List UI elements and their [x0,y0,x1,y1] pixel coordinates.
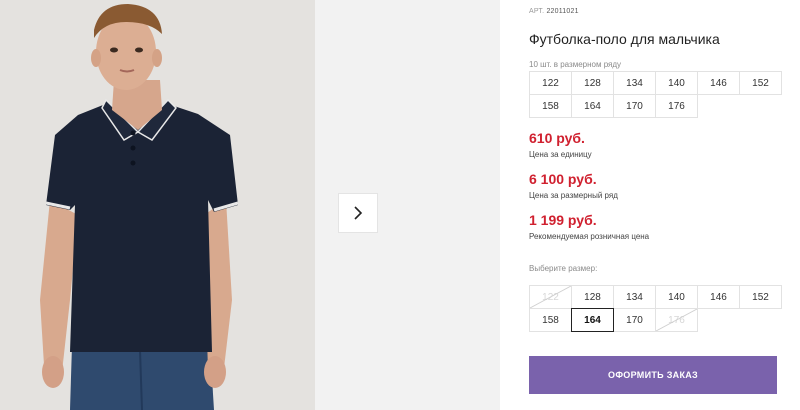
size-option-label: 134 [626,291,643,303]
size-option-unavailable: 122 [529,285,572,309]
gallery-next-button[interactable] [338,193,378,233]
pack-size-cell: 146 [697,71,740,95]
pack-size-cell: 134 [613,71,656,95]
product-title: Футболка-поло для мальчика [529,31,720,47]
size-option-label: 164 [584,314,601,326]
place-order-button[interactable]: ОФОРМИТЬ ЗАКАЗ [529,356,777,394]
size-option[interactable]: 134 [613,285,656,309]
size-option[interactable]: 158 [529,308,572,332]
size-option[interactable]: 152 [739,285,782,309]
size-option-selected[interactable]: 164 [571,308,614,332]
pack-size-cell: 152 [739,71,782,95]
pack-price: 6 100 руб. [529,171,597,187]
article-code: 22011021 [546,8,579,15]
size-option[interactable]: 128 [571,285,614,309]
size-option-label: 152 [752,291,769,303]
pack-size-cell: 158 [529,94,572,118]
size-option-label: 128 [584,291,601,303]
boy-in-navy-polo-image [0,0,315,410]
size-option[interactable]: 146 [697,285,740,309]
size-option-label: 140 [668,291,685,303]
retail-price: 1 199 руб. [529,212,597,228]
pack-size-cell: 122 [529,71,572,95]
size-option-label: 170 [626,314,643,326]
pack-price-label: Цена за размерный ряд [529,191,618,200]
size-picker-label: Выберите размер: [529,264,598,273]
pack-note: 10 шт. в размерном ряду [529,60,622,69]
pack-size-cell: 128 [571,71,614,95]
article-prefix: АРТ. [529,8,545,15]
product-photo[interactable] [0,0,315,410]
unit-price: 610 руб. [529,130,585,146]
size-option-unavailable: 176 [655,308,698,332]
product-gallery [0,0,500,410]
strikethrough-icon [656,309,697,331]
size-option-label: 158 [542,314,559,326]
size-option[interactable]: 170 [613,308,656,332]
size-option[interactable]: 140 [655,285,698,309]
chevron-right-icon [354,206,363,220]
unit-price-label: Цена за единицу [529,150,592,159]
article-number: АРТ. 22011021 [529,8,579,15]
retail-price-label: Рекомендуемая розничная цена [529,232,650,241]
size-option-label: 146 [710,291,727,303]
pack-size-cell: 176 [655,94,698,118]
pack-size-cell: 170 [613,94,656,118]
pack-size-cell: 164 [571,94,614,118]
pack-size-cell: 140 [655,71,698,95]
strikethrough-icon [530,286,571,308]
